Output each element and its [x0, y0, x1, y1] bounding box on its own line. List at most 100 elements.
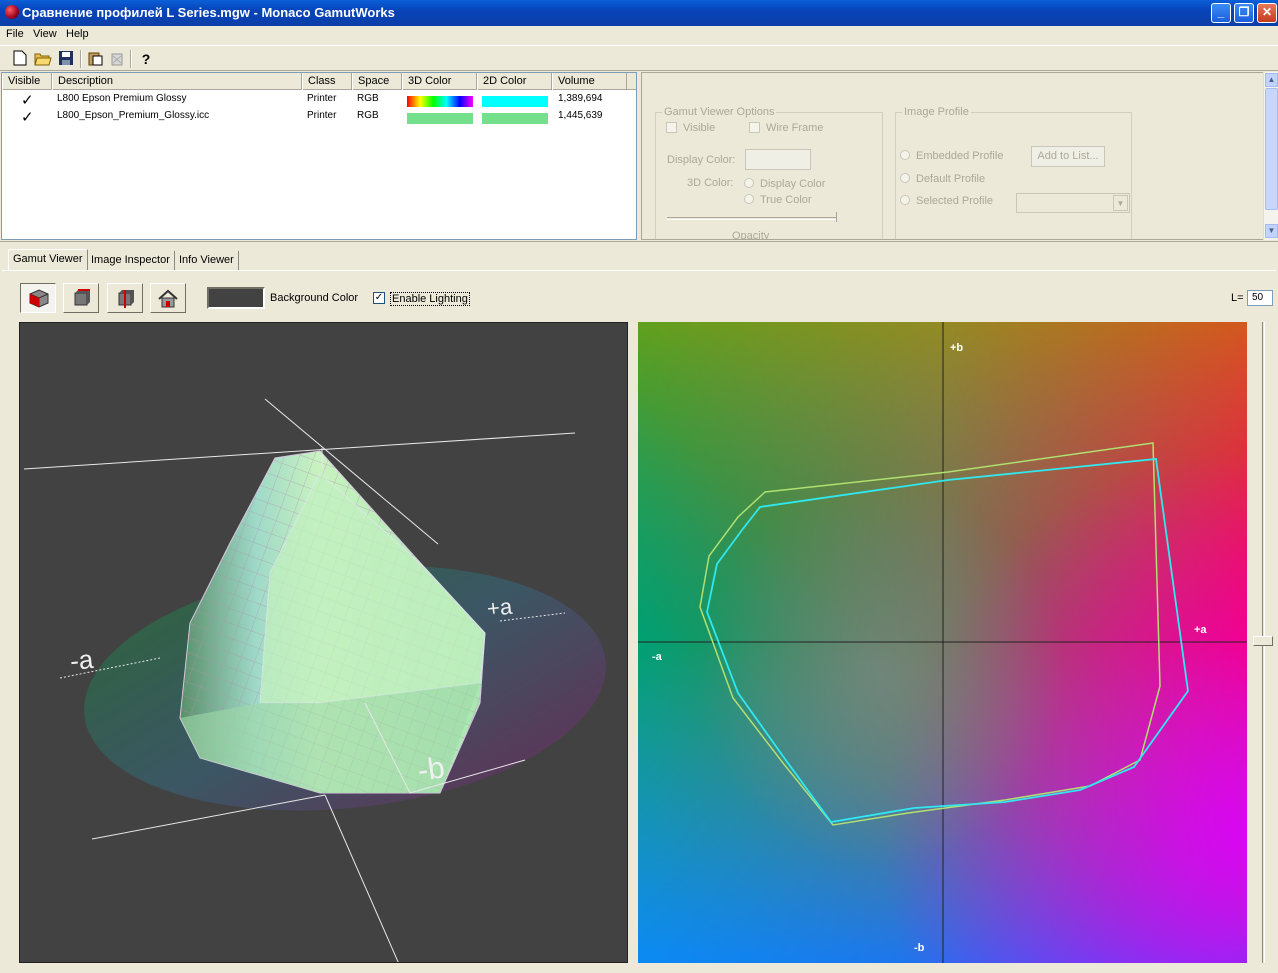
title-bar: Сравнение профилей L Series.mgw - Monaco…	[0, 0, 1278, 26]
background-color-swatch[interactable]	[207, 287, 265, 309]
col-volume[interactable]: Volume	[552, 73, 627, 90]
minus-b-label: -b	[914, 942, 925, 954]
profile-class: Printer	[307, 110, 337, 121]
col-3d-color[interactable]: 3D Color	[402, 73, 477, 90]
color-2d-swatch[interactable]	[482, 96, 548, 107]
l-slider[interactable]	[1253, 322, 1273, 963]
tab-gamut-viewer[interactable]: Gamut Viewer	[8, 249, 88, 271]
profile-description: L800_Epson_Premium_Glossy.icc	[57, 110, 210, 121]
gamut-3d-view[interactable]: -a +a -b	[19, 322, 628, 963]
viewer-tabs: Gamut Viewer Image Inspector Info Viewer	[0, 249, 1278, 271]
plus-a-label: +a	[1194, 624, 1207, 636]
opacity-label: Opacity	[732, 230, 770, 240]
app-icon	[5, 5, 19, 19]
paste-icon[interactable]	[86, 50, 104, 68]
display-color-option: Display Color	[760, 178, 826, 190]
plus-b-label: +b	[950, 342, 964, 354]
add-to-list-button[interactable]: Add to List...	[1031, 146, 1105, 167]
close-button[interactable]: ✕	[1257, 3, 1277, 23]
tab-info-viewer[interactable]: Info Viewer	[175, 251, 239, 271]
selected-profile-dropdown[interactable]: ▼	[1016, 193, 1130, 213]
main-toolbar: ?	[0, 45, 1278, 71]
visible-label: Visible	[683, 122, 716, 134]
profile-class: Printer	[307, 93, 337, 104]
plus-a-label: +a	[485, 593, 514, 622]
help-icon[interactable]: ?	[137, 50, 155, 68]
table-row[interactable]: ✓ L800_Epson_Premium_Glossy.icc Printer …	[2, 109, 636, 126]
open-icon[interactable]	[34, 50, 52, 68]
true-color-radio[interactable]	[744, 194, 754, 204]
home-view-button[interactable]	[150, 283, 186, 313]
view-side-icon	[118, 290, 134, 308]
home-view-icon	[158, 289, 178, 308]
menu-help[interactable]: Help	[66, 28, 89, 40]
opacity-slider-thumb[interactable]	[833, 212, 837, 222]
wire-frame-label: Wire Frame	[766, 122, 824, 134]
visible-checkmark[interactable]: ✓	[21, 108, 34, 126]
chevron-down-icon[interactable]: ▼	[1113, 195, 1128, 211]
view-side-button[interactable]	[107, 283, 143, 313]
color-2d-swatch[interactable]	[482, 113, 548, 124]
visible-checkmark[interactable]: ✓	[21, 91, 34, 109]
minus-b-label: -b	[415, 751, 447, 788]
background-color-label: Background Color	[270, 292, 359, 304]
col-description[interactable]: Description	[52, 73, 302, 90]
menu-view[interactable]: View	[33, 28, 57, 40]
scroll-down-icon[interactable]: ▼	[1265, 224, 1278, 238]
l-value-input[interactable]: 50	[1247, 290, 1273, 306]
scroll-up-icon[interactable]: ▲	[1265, 73, 1278, 87]
pane-splitter[interactable]	[0, 241, 1278, 245]
color-3d-swatch[interactable]	[407, 113, 473, 124]
l-slider-thumb[interactable]	[1253, 636, 1273, 646]
col-2d-color[interactable]: 2D Color	[477, 73, 552, 90]
profile-description: L800 Epson Premium Glossy	[57, 93, 187, 104]
minus-a-label: -a	[652, 651, 662, 663]
enable-lighting-checkbox[interactable]: ✓	[373, 292, 385, 304]
menu-file[interactable]: File	[6, 28, 24, 40]
view-3d-button[interactable]	[20, 283, 56, 313]
profile-space: RGB	[357, 110, 379, 121]
gamut-3d-render	[23, 398, 606, 962]
default-profile-label: Default Profile	[916, 173, 986, 185]
l-label: L=	[1231, 292, 1244, 304]
table-row[interactable]: ✓ L800 Epson Premium Glossy Printer RGB …	[2, 92, 636, 109]
opacity-slider[interactable]	[667, 217, 837, 220]
default-profile-radio[interactable]	[900, 173, 910, 183]
menu-bar: File View Help	[0, 26, 1278, 44]
3d-color-label: 3D Color:	[687, 177, 734, 189]
visible-checkbox[interactable]	[666, 122, 677, 133]
tab-image-inspector[interactable]: Image Inspector	[87, 251, 175, 271]
window-title: Сравнение профилей L Series.mgw - Monaco…	[22, 5, 395, 20]
col-visible[interactable]: Visible	[2, 73, 52, 90]
wire-frame-checkbox[interactable]	[749, 122, 760, 133]
selected-profile-radio[interactable]	[900, 195, 910, 205]
view-top-button[interactable]	[63, 283, 99, 313]
save-icon[interactable]	[57, 50, 75, 68]
maximize-button[interactable]: ❐	[1234, 3, 1254, 23]
display-color-swatch[interactable]	[745, 149, 811, 170]
embedded-profile-label: Embedded Profile	[916, 150, 1004, 162]
enable-lighting-label[interactable]: Enable Lighting	[390, 292, 470, 306]
scrollbar-thumb[interactable]	[1265, 88, 1278, 210]
profile-list-header: Visible Description Class Space 3D Color…	[2, 73, 636, 90]
display-color-radio[interactable]	[744, 178, 754, 188]
col-space[interactable]: Space	[352, 73, 402, 90]
gamut-2d-view[interactable]: +b -b +a -a	[638, 322, 1247, 963]
embedded-profile-radio[interactable]	[900, 150, 910, 160]
profile-list: Visible Description Class Space 3D Color…	[1, 72, 637, 240]
profile-volume: 1,389,694	[558, 93, 603, 104]
options-scrollbar[interactable]: ▲ ▼	[1263, 72, 1278, 240]
group-caption: Gamut Viewer Options	[662, 106, 777, 118]
selected-profile-label: Selected Profile	[916, 195, 994, 207]
profile-volume: 1,445,639	[558, 110, 603, 121]
col-class[interactable]: Class	[302, 73, 352, 90]
options-panel: Gamut Viewer Options Visible Wire Frame …	[641, 72, 1277, 240]
new-icon[interactable]	[11, 50, 29, 68]
profile-space: RGB	[357, 93, 379, 104]
minimize-button[interactable]: _	[1211, 3, 1231, 23]
view-3d-icon	[29, 289, 49, 308]
delete-icon[interactable]	[108, 50, 126, 68]
display-color-label: Display Color:	[667, 154, 736, 166]
color-3d-swatch[interactable]	[407, 96, 473, 107]
true-color-option: True Color	[760, 194, 812, 206]
